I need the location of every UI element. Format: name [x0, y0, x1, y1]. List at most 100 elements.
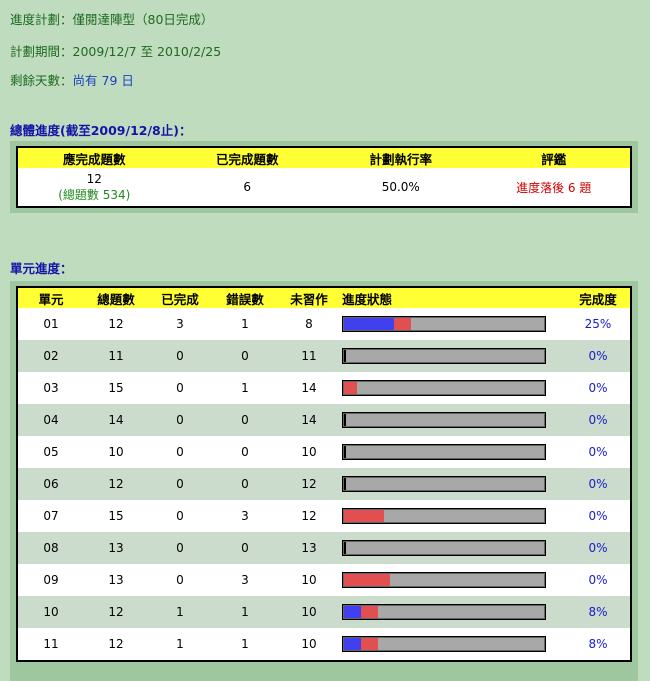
- completion-percent: 8%: [566, 596, 631, 628]
- todo-count: 12: [301, 509, 317, 523]
- todo-count: 14: [301, 381, 317, 395]
- header-total: 總題數: [84, 287, 148, 308]
- completion-percent: 8%: [588, 637, 608, 651]
- wrong-count: 1: [241, 317, 249, 331]
- unit-number: 03: [43, 381, 59, 395]
- table-row: 07 15 0 3 12 0%: [17, 500, 631, 532]
- wrong-count: 0: [212, 340, 278, 372]
- wrong-count: 1: [241, 381, 249, 395]
- progress-error-segment: [361, 638, 378, 650]
- due-count: 12: [86, 171, 102, 186]
- progress-cell: [340, 436, 566, 468]
- done-count: 3: [176, 317, 184, 331]
- table-row: 03 15 0 1 14 0%: [17, 372, 631, 404]
- unit-number: 10: [17, 596, 84, 628]
- progress-cell: [340, 532, 566, 564]
- progress-error-segment: [344, 574, 390, 586]
- table-row: 04 14 0 0 14 0%: [17, 404, 631, 436]
- completion-percent: 0%: [566, 340, 631, 372]
- progress-bar: [342, 508, 546, 524]
- completion-percent: 0%: [588, 445, 608, 459]
- total-count: 13: [108, 573, 124, 587]
- done-count: 0: [176, 445, 184, 459]
- table-row: 10 12 1 1 10 8%: [17, 596, 631, 628]
- todo-count: 10: [278, 596, 340, 628]
- progress-error-segment: [344, 382, 357, 394]
- execution-rate: 50.0%: [381, 180, 420, 194]
- progress-error-segment: [344, 510, 384, 522]
- unit-number: 06: [17, 468, 84, 500]
- table-row: 08 13 0 0 13 0%: [17, 532, 631, 564]
- wrong-count: 3: [241, 573, 249, 587]
- completion-percent: 0%: [566, 468, 631, 500]
- total-count: 12: [84, 468, 148, 500]
- todo-count: 11: [278, 340, 340, 372]
- progress-bar: [342, 380, 546, 396]
- wrong-count: 0: [212, 468, 278, 500]
- progress-done-segment: [344, 318, 394, 330]
- progress-done-segment: [344, 606, 361, 618]
- wrong-count: 3: [241, 509, 249, 523]
- progress-error-segment: [394, 318, 411, 330]
- wrong-count: 0: [212, 532, 278, 564]
- unit-number: 09: [43, 573, 59, 587]
- overall-title: 總體進度(截至2009/12/8止)：: [10, 123, 192, 138]
- done-count: 0: [176, 381, 184, 395]
- total-count: 15: [108, 381, 124, 395]
- completion-percent: 0%: [588, 509, 608, 523]
- overall-header-row: 應完成題數 已完成題數 計劃執行率 評鑑: [17, 147, 631, 168]
- header-rate: 計劃執行率: [324, 147, 478, 168]
- progress-empty-marker: [344, 414, 346, 426]
- todo-count: 13: [278, 532, 340, 564]
- unit-title: 單元進度：: [10, 261, 73, 276]
- todo-count: 12: [278, 468, 340, 500]
- progress-bar: [342, 476, 546, 492]
- unit-number: 11: [43, 637, 59, 651]
- total-count: 11: [84, 340, 148, 372]
- done-count: 0: [176, 573, 184, 587]
- progress-empty-marker: [344, 446, 346, 458]
- due-cell: 12 (總題數 534): [17, 168, 171, 207]
- table-row: 05 10 0 0 10 0%: [17, 436, 631, 468]
- progress-empty-marker: [344, 542, 346, 554]
- progress-bar: [342, 540, 546, 556]
- unit-number: 08: [17, 532, 84, 564]
- completion-percent: 0%: [566, 532, 631, 564]
- todo-count: 14: [278, 404, 340, 436]
- unit-panel: 單元 總題數 已完成 錯誤數 未習作 進度狀態 完成度 01 12 3 1 8 25% 02…: [10, 281, 638, 681]
- header-due: 應完成題數: [17, 147, 171, 168]
- header-unit: 單元: [17, 287, 84, 308]
- table-row: 09 13 0 3 10 0%: [17, 564, 631, 596]
- done-count: 0: [176, 509, 184, 523]
- overall-data-row: 12 (總題數 534) 6 50.0% 進度落後 6 題: [17, 168, 631, 207]
- plan-value: 僅閱達陣型（80日完成）: [72, 12, 214, 27]
- completion-percent: 25%: [584, 317, 612, 331]
- progress-cell: [340, 404, 566, 436]
- table-row: 06 12 0 0 12 0%: [17, 468, 631, 500]
- total-count: 14: [84, 404, 148, 436]
- remaining-value: 尚有 79 日: [72, 73, 134, 88]
- wrong-count: 0: [212, 404, 278, 436]
- done-count: 0: [148, 404, 212, 436]
- header-wrong: 錯誤數: [212, 287, 278, 308]
- header-evaluation: 評鑑: [477, 147, 631, 168]
- progress-bar: [342, 636, 546, 652]
- due-total: (總題數 534): [58, 187, 131, 202]
- completion-percent: 0%: [566, 404, 631, 436]
- done-count: 0: [148, 468, 212, 500]
- todo-count: 8: [305, 317, 313, 331]
- progress-cell: [340, 596, 566, 628]
- todo-count: 10: [301, 445, 317, 459]
- period-value: 2009/12/7 至 2010/2/25: [72, 44, 222, 59]
- wrong-count: 1: [212, 596, 278, 628]
- header-done: 已完成題數: [170, 147, 324, 168]
- progress-cell: [340, 564, 566, 596]
- plan-label: 進度計劃：: [10, 12, 73, 27]
- evaluation: 進度落後 6 題: [516, 180, 592, 195]
- progress-empty-marker: [344, 478, 346, 490]
- done-count: 1: [148, 596, 212, 628]
- progress-error-segment: [361, 606, 378, 618]
- table-row: 01 12 3 1 8 25%: [17, 308, 631, 340]
- total-count: 10: [108, 445, 124, 459]
- total-count: 12: [108, 637, 124, 651]
